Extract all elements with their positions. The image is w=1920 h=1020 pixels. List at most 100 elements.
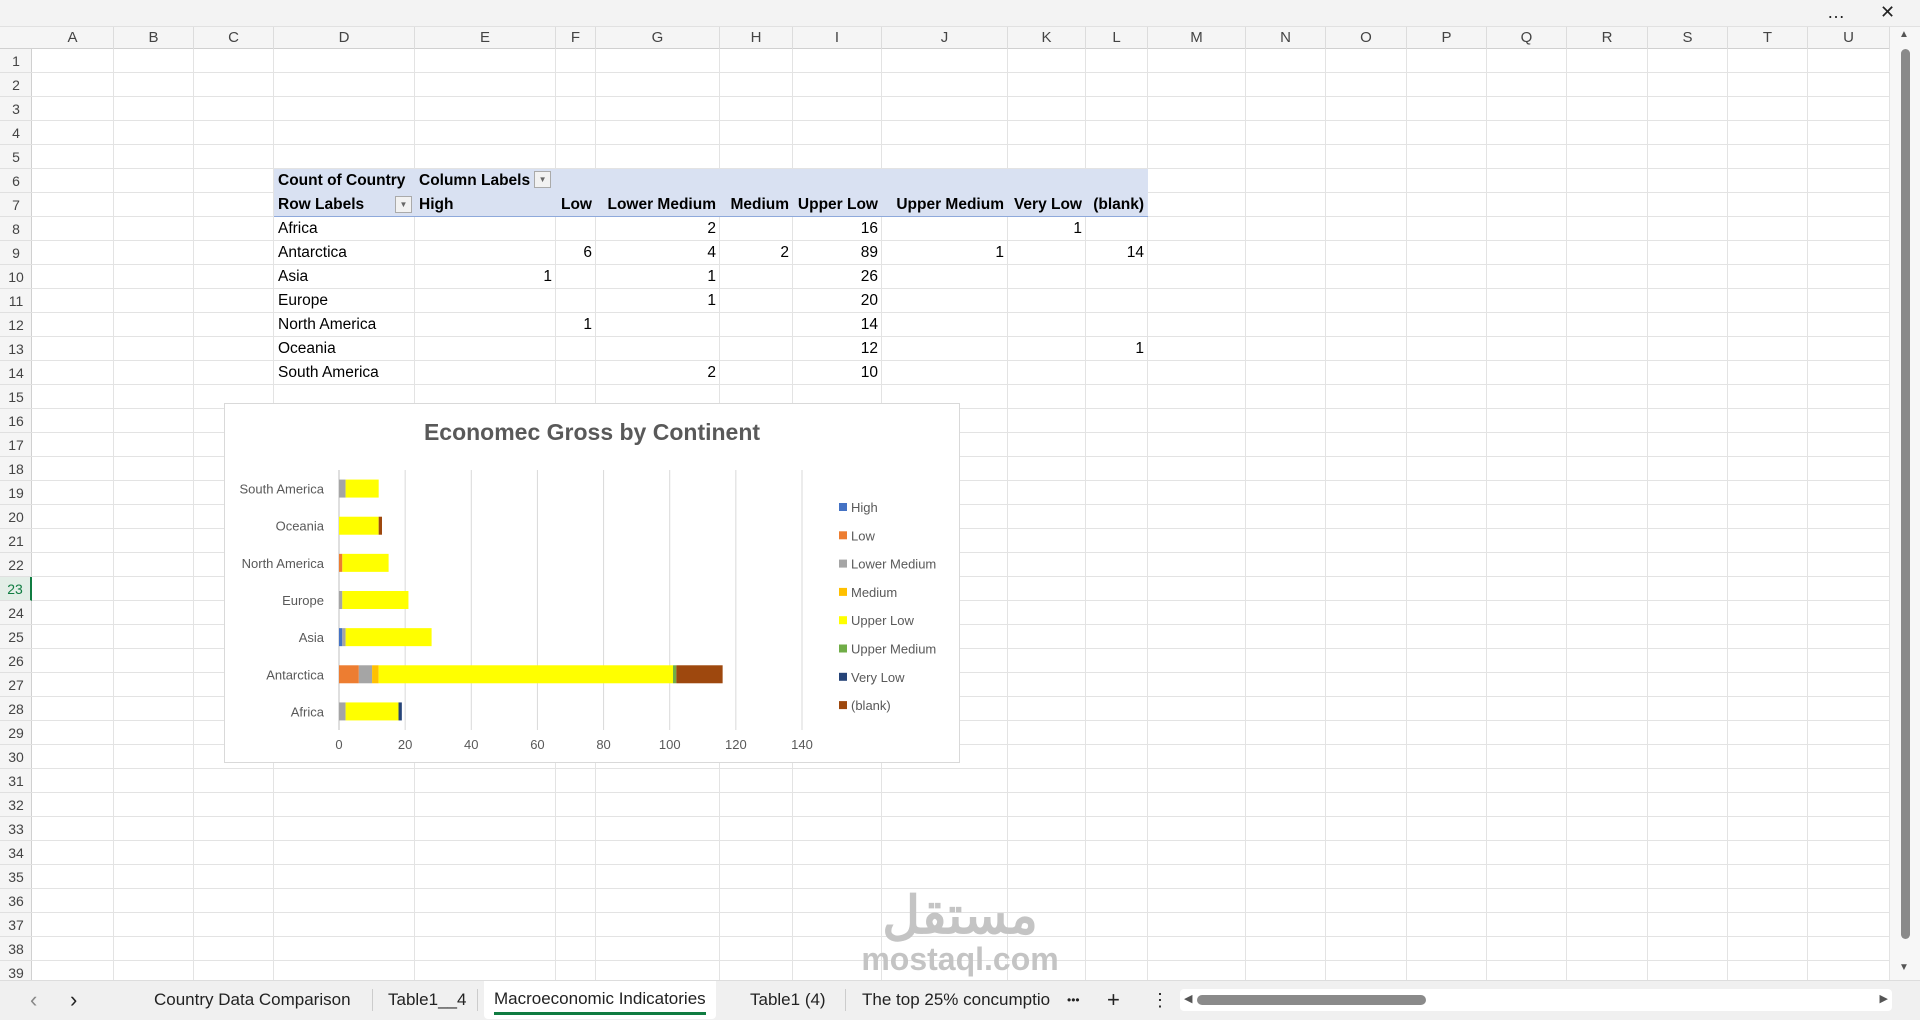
row-header-15[interactable]: 15 [0,385,32,409]
row-header-24[interactable]: 24 [0,601,32,625]
tab-top-25-consumption[interactable]: The top 25% concumptio [862,981,1050,1019]
more-options-icon[interactable]: … [1827,2,1845,23]
pivot-value-cell[interactable]: 4 [596,241,720,265]
scroll-left-icon[interactable]: ◀ [1184,992,1192,1005]
column-header-L[interactable]: L [1086,27,1148,49]
tab-table1-4[interactable]: Table1__4 [388,981,466,1019]
tab-table1-4-copy[interactable]: Table1 (4) [750,981,826,1019]
row-header-14[interactable]: 14 [0,361,32,385]
row-header-30[interactable]: 30 [0,745,32,769]
pivot-value-cell[interactable]: 1 [556,313,596,337]
pivot-column-labels[interactable]: Column Labels ▼ [415,169,1148,193]
prev-sheet-button[interactable]: ‹ [30,981,37,1019]
row-header-18[interactable]: 18 [0,457,32,481]
vertical-scroll-thumb[interactable] [1901,49,1910,939]
sheet-options-icon[interactable]: ⋮ [1151,981,1169,1019]
row-header-19[interactable]: 19 [0,481,32,505]
pivot-row-label[interactable]: South America [274,361,415,385]
row-header-11[interactable]: 11 [0,289,32,313]
pivot-value-cell[interactable]: 2 [596,361,720,385]
row-header-33[interactable]: 33 [0,817,32,841]
scroll-right-icon[interactable]: ▶ [1880,992,1888,1005]
add-sheet-button[interactable]: + [1107,981,1120,1019]
column-header-H[interactable]: H [720,27,793,49]
pivot-row-label[interactable]: Oceania [274,337,415,361]
row-header-5[interactable]: 5 [0,145,32,169]
pivot-value-cell[interactable]: 20 [793,289,882,313]
row-header-10[interactable]: 10 [0,265,32,289]
pivot-value-cell[interactable]: 1 [596,289,720,313]
row-header-37[interactable]: 37 [0,913,32,937]
row-header-31[interactable]: 31 [0,769,32,793]
row-header-17[interactable]: 17 [0,433,32,457]
pivot-value-cell[interactable]: 16 [793,217,882,241]
row-header-36[interactable]: 36 [0,889,32,913]
next-sheet-button[interactable]: › [70,981,77,1019]
pivot-value-cell[interactable]: 14 [793,313,882,337]
column-header-N[interactable]: N [1246,27,1326,49]
row-header-29[interactable]: 29 [0,721,32,745]
column-header-J[interactable]: J [882,27,1008,49]
more-tabs-icon[interactable]: ••• [1067,981,1080,1019]
column-header-U[interactable]: U [1808,27,1890,49]
row-header-21[interactable]: 21 [0,529,32,553]
row-labels-filter-icon[interactable]: ▼ [395,196,412,213]
tab-macroeconomic-indicatories[interactable]: Macroeconomic Indicatories [484,981,716,1019]
pivot-row-label[interactable]: Antarctica [274,241,415,265]
column-header-F[interactable]: F [556,27,596,49]
pivot-row-labels[interactable]: Row Labels ▼ [274,193,415,217]
column-labels-filter-icon[interactable]: ▼ [534,171,552,189]
row-header-22[interactable]: 22 [0,553,32,577]
column-header-M[interactable]: M [1148,27,1246,49]
close-icon[interactable]: ✕ [1880,2,1895,23]
scroll-down-icon[interactable]: ▼ [1899,962,1909,973]
pivot-row-label[interactable]: Africa [274,217,415,241]
pivot-row-label[interactable]: Asia [274,265,415,289]
pivot-value-cell[interactable]: 10 [793,361,882,385]
row-header-28[interactable]: 28 [0,697,32,721]
row-header-8[interactable]: 8 [0,217,32,241]
row-header-27[interactable]: 27 [0,673,32,697]
row-header-9[interactable]: 9 [0,241,32,265]
row-header-2[interactable]: 2 [0,73,32,97]
pivot-value-cell[interactable]: 12 [793,337,882,361]
pivot-value-cell[interactable]: 1 [882,241,1008,265]
pivot-value-cell[interactable]: 1 [596,265,720,289]
column-header-G[interactable]: G [596,27,720,49]
column-header-P[interactable]: P [1407,27,1487,49]
pivot-value-cell[interactable]: 14 [1086,241,1148,265]
pivot-value-cell[interactable]: 1 [415,265,556,289]
pivot-value-cell[interactable]: 6 [556,241,596,265]
column-header-B[interactable]: B [114,27,194,49]
row-header-32[interactable]: 32 [0,793,32,817]
column-header-C[interactable]: C [194,27,274,49]
row-header-35[interactable]: 35 [0,865,32,889]
row-header-34[interactable]: 34 [0,841,32,865]
pivot-row-label[interactable]: North America [274,313,415,337]
pivot-value-cell[interactable]: 2 [720,241,793,265]
row-header-6[interactable]: 6 [0,169,32,193]
tab-country-data-comparison[interactable]: Country Data Comparison [154,981,351,1019]
row-header-16[interactable]: 16 [0,409,32,433]
pivot-value-cell[interactable]: 89 [793,241,882,265]
row-header-4[interactable]: 4 [0,121,32,145]
column-header-O[interactable]: O [1326,27,1407,49]
column-header-Q[interactable]: Q [1487,27,1567,49]
column-header-K[interactable]: K [1008,27,1086,49]
column-header-T[interactable]: T [1728,27,1808,49]
column-header-I[interactable]: I [793,27,882,49]
vertical-scrollbar[interactable]: ▲ ▼ [1890,27,1920,980]
pivot-value-cell[interactable]: 26 [793,265,882,289]
row-header-25[interactable]: 25 [0,625,32,649]
horizontal-scroll-thumb[interactable] [1197,995,1426,1005]
column-header-S[interactable]: S [1648,27,1728,49]
row-header-38[interactable]: 38 [0,937,32,961]
pivot-row-label[interactable]: Europe [274,289,415,313]
column-header-R[interactable]: R [1567,27,1648,49]
row-header-20[interactable]: 20 [0,505,32,529]
scroll-up-icon[interactable]: ▲ [1899,29,1909,40]
row-header-12[interactable]: 12 [0,313,32,337]
horizontal-scrollbar[interactable]: ◀ ▶ [1180,989,1892,1011]
row-header-1[interactable]: 1 [0,49,32,73]
row-header-13[interactable]: 13 [0,337,32,361]
